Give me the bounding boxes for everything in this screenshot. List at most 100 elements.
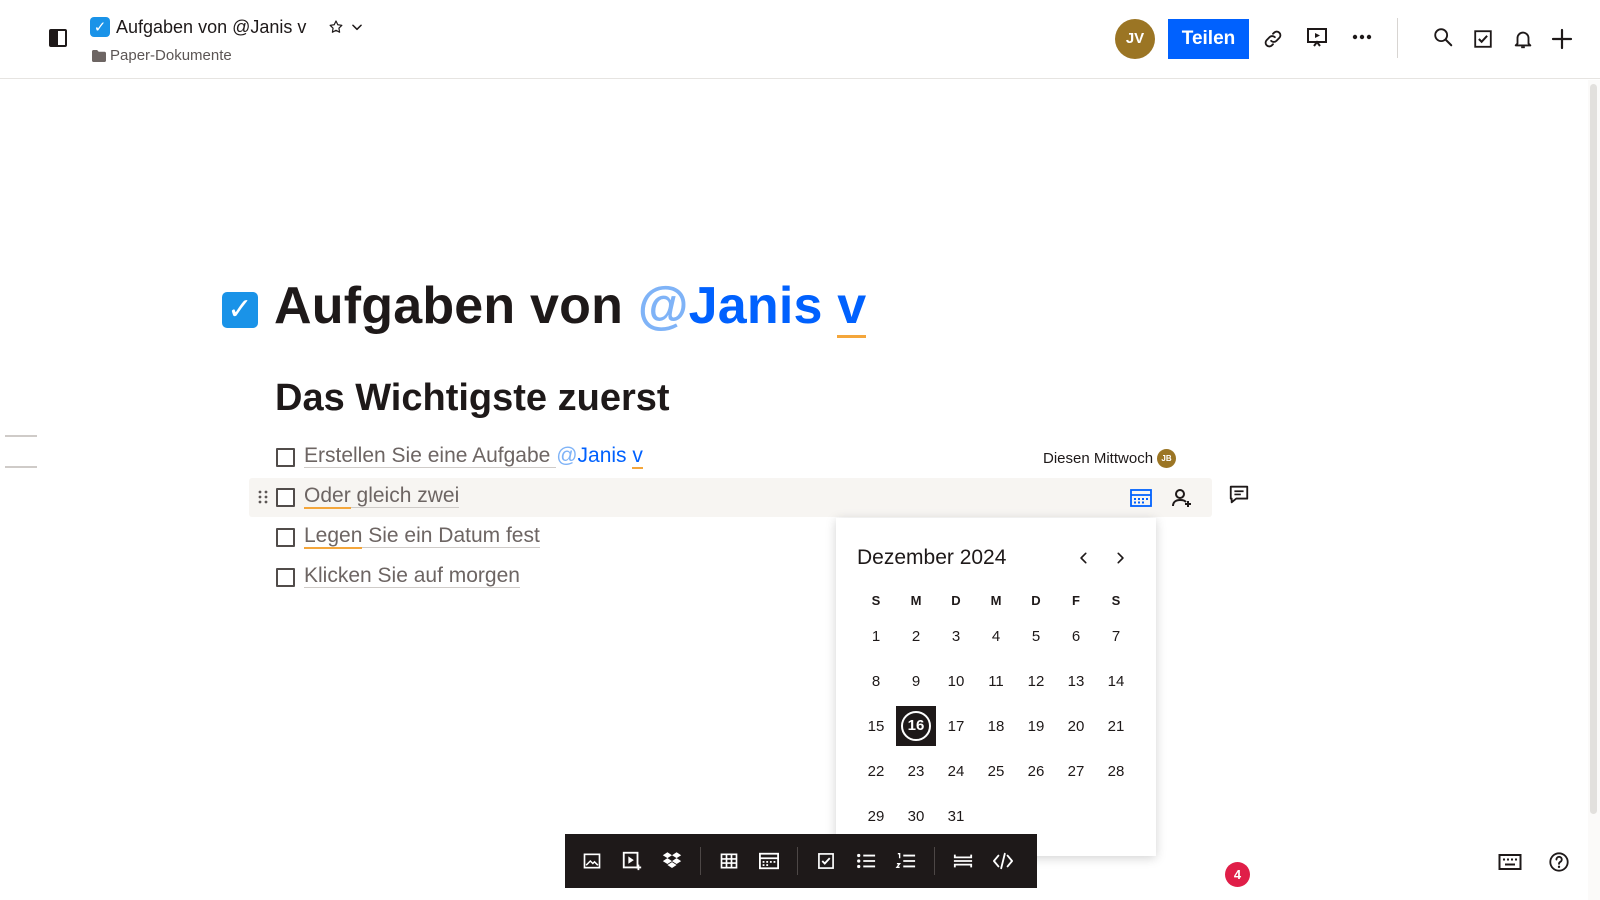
calendar-day[interactable]: 24 bbox=[936, 749, 976, 794]
task-text[interactable]: Erstellen Sie eine Aufgabe @Janis v bbox=[304, 444, 643, 469]
calendar-day[interactable]: 25 bbox=[976, 749, 1016, 794]
calendar-day-selected[interactable]: 16 bbox=[896, 706, 936, 746]
plus-icon[interactable] bbox=[1550, 27, 1574, 51]
document-title[interactable]: Aufgaben von @Janis v bbox=[274, 276, 867, 338]
calendar-day[interactable]: 30 bbox=[896, 794, 936, 839]
selected-day-label: 16 bbox=[901, 711, 931, 741]
star-icon[interactable] bbox=[328, 19, 344, 35]
title-checkbox-emoji-icon: ✓ bbox=[222, 292, 258, 328]
task-row[interactable]: Oder gleich zwei bbox=[249, 478, 1212, 517]
calendar-day[interactable]: 28 bbox=[1096, 749, 1136, 794]
calendar-day[interactable]: 4 bbox=[976, 614, 1016, 659]
calendar-day[interactable]: 29 bbox=[856, 794, 896, 839]
title-mention-name[interactable]: Janis bbox=[689, 277, 838, 335]
calendar-day[interactable]: 8 bbox=[856, 659, 896, 704]
calendar-day[interactable]: 10 bbox=[936, 659, 976, 704]
present-icon[interactable] bbox=[1305, 25, 1329, 49]
calendar-day[interactable]: 12 bbox=[1016, 659, 1056, 704]
calendar-day[interactable]: 1 bbox=[856, 614, 896, 659]
notification-badge[interactable]: 4 bbox=[1225, 862, 1250, 887]
weekday-header: M bbox=[910, 593, 922, 608]
section-heading[interactable]: Das Wichtigste zuerst bbox=[275, 377, 670, 420]
toc-marker[interactable] bbox=[5, 466, 37, 468]
checkbox-icon[interactable] bbox=[814, 849, 838, 873]
weekday-header: F bbox=[1072, 593, 1080, 608]
calendar-day[interactable]: 3 bbox=[936, 614, 976, 659]
table-icon[interactable] bbox=[717, 849, 741, 873]
toolbar-separator bbox=[934, 847, 935, 875]
calendar-day[interactable]: 26 bbox=[1016, 749, 1056, 794]
help-icon[interactable] bbox=[1547, 850, 1571, 874]
task-text[interactable]: Oder gleich zwei bbox=[304, 484, 460, 509]
calendar-day[interactable]: 15 bbox=[856, 704, 896, 749]
search-icon[interactable] bbox=[1431, 25, 1455, 49]
bullet-list-icon[interactable] bbox=[854, 849, 878, 873]
calendar-day[interactable]: 20 bbox=[1056, 704, 1096, 749]
calendar-day[interactable]: 6 bbox=[1056, 614, 1096, 659]
breadcrumb[interactable]: Paper-Dokumente bbox=[92, 47, 232, 64]
calendar-day[interactable]: 13 bbox=[1056, 659, 1096, 704]
calendar-day[interactable]: 19 bbox=[1016, 704, 1056, 749]
task-label-a: Legen bbox=[304, 524, 363, 549]
weekday-header: S bbox=[871, 593, 881, 608]
doc-title[interactable]: Aufgaben von @Janis v bbox=[116, 17, 306, 38]
more-icon[interactable] bbox=[1350, 25, 1374, 49]
breadcrumb-label: Paper-Dokumente bbox=[110, 47, 232, 64]
calendar-day[interactable]: 18 bbox=[976, 704, 1016, 749]
scrollbar-thumb[interactable] bbox=[1590, 84, 1597, 814]
weekday-header: D bbox=[1031, 593, 1041, 608]
bell-icon[interactable] bbox=[1511, 27, 1535, 51]
scrollbar[interactable] bbox=[1588, 80, 1600, 900]
calendar-day[interactable]: 11 bbox=[976, 659, 1016, 704]
calendar-day[interactable]: 31 bbox=[936, 794, 976, 839]
share-button[interactable]: Teilen bbox=[1168, 19, 1249, 59]
calendar-icon[interactable] bbox=[1129, 486, 1153, 510]
previous-month-icon[interactable] bbox=[1076, 550, 1092, 566]
chevron-down-icon[interactable] bbox=[350, 20, 364, 34]
link-icon[interactable] bbox=[1261, 27, 1285, 51]
divider-icon[interactable] bbox=[951, 849, 975, 873]
date-picker-grid: S M D M D F S 1 2 3 4 5 6 7 8 9 10 11 12 13 14 15 16 17 18 19 20 21… bbox=[856, 588, 1136, 839]
dropbox-icon[interactable] bbox=[660, 849, 684, 873]
task-checkbox[interactable] bbox=[276, 528, 295, 547]
assign-person-icon[interactable] bbox=[1170, 486, 1194, 510]
task-checkbox[interactable] bbox=[276, 488, 295, 507]
calendar-day[interactable]: 21 bbox=[1096, 704, 1136, 749]
date-picker-month: Dezember 2024 bbox=[857, 546, 1007, 569]
image-icon[interactable] bbox=[580, 849, 604, 873]
sidebar-toggle-icon[interactable] bbox=[49, 29, 67, 47]
tasks-icon[interactable] bbox=[1471, 27, 1495, 51]
calendar-day[interactable]: 27 bbox=[1056, 749, 1096, 794]
task-checkbox[interactable] bbox=[276, 448, 295, 467]
task-checkbox[interactable] bbox=[276, 568, 295, 587]
calendar-day[interactable]: 22 bbox=[856, 749, 896, 794]
timeline-icon[interactable] bbox=[757, 849, 781, 873]
calendar-day[interactable]: 14 bbox=[1096, 659, 1136, 704]
task-label: Erstellen Sie eine Aufgabe bbox=[304, 444, 557, 468]
calendar-day[interactable]: 9 bbox=[896, 659, 936, 704]
calendar-day[interactable]: 2 bbox=[896, 614, 936, 659]
task-text[interactable]: Legen Sie ein Datum fest bbox=[304, 524, 540, 549]
toc-marker[interactable] bbox=[5, 435, 37, 437]
title-mention-v[interactable]: v bbox=[837, 277, 867, 338]
comment-icon[interactable] bbox=[1227, 482, 1251, 506]
code-icon[interactable] bbox=[991, 849, 1015, 873]
numbered-list-icon[interactable] bbox=[894, 849, 918, 873]
assignee-avatar[interactable]: JB bbox=[1157, 449, 1177, 468]
keyboard-icon[interactable] bbox=[1498, 850, 1522, 874]
task-mention-v[interactable]: v bbox=[632, 444, 643, 469]
avatar[interactable]: JV bbox=[1115, 19, 1155, 59]
video-icon[interactable] bbox=[620, 849, 644, 873]
drag-handle-icon[interactable] bbox=[258, 489, 268, 505]
top-bar: ✓ Aufgaben von @Janis v Paper-Dokumente … bbox=[0, 0, 1600, 79]
task-text[interactable]: Klicken Sie auf morgen bbox=[304, 564, 520, 588]
calendar-day[interactable]: 17 bbox=[936, 704, 976, 749]
toolbar-separator bbox=[797, 847, 798, 875]
task-due-date[interactable]: Diesen Mittwoch JB bbox=[1043, 449, 1177, 468]
calendar-day[interactable]: 23 bbox=[896, 749, 936, 794]
insert-toolbar bbox=[565, 834, 1037, 888]
task-mention-name[interactable]: Janis bbox=[578, 444, 633, 467]
next-month-icon[interactable] bbox=[1112, 550, 1128, 566]
calendar-day[interactable]: 5 bbox=[1016, 614, 1056, 659]
calendar-day[interactable]: 7 bbox=[1096, 614, 1136, 659]
